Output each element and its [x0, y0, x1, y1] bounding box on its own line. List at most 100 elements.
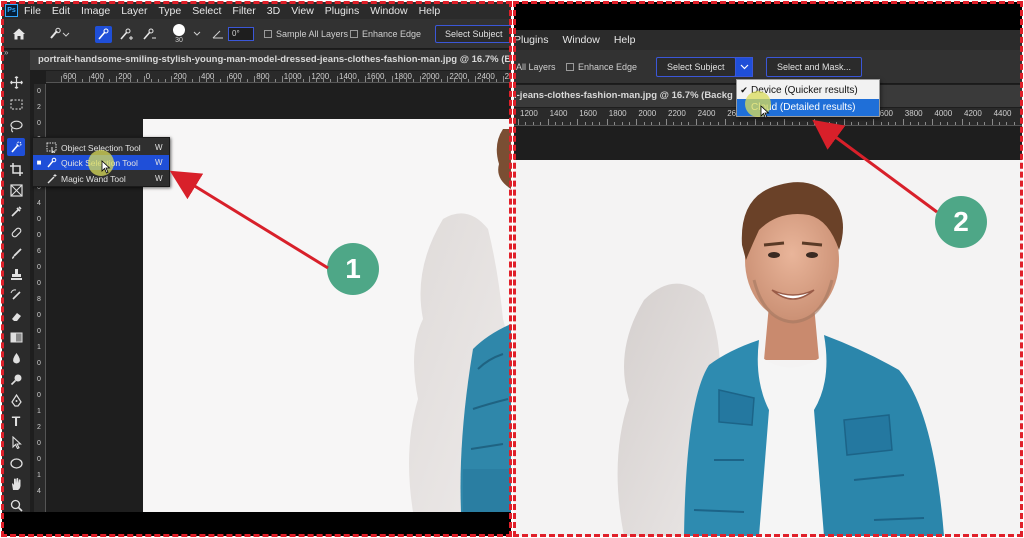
sample-all-layers-checkbox[interactable]	[264, 30, 272, 38]
ruler-tick	[268, 79, 269, 82]
subtract-from-selection-icon[interactable]	[142, 19, 157, 49]
select-and-mask-button[interactable]: Select and Mask...	[766, 57, 863, 77]
menu-plugins[interactable]: Plugins	[514, 34, 548, 46]
healing-brush-tool-icon[interactable]	[7, 223, 25, 241]
blur-tool-icon[interactable]	[7, 349, 25, 367]
ruler-tick	[540, 122, 542, 125]
ruler-tick	[378, 79, 380, 82]
ruler-tick	[858, 122, 860, 125]
ruler-tick	[426, 79, 428, 82]
sample-all-layers-label: Sample All Layers	[276, 29, 349, 39]
menu-window[interactable]: Window	[370, 5, 407, 17]
tools-panel: » T	[2, 48, 30, 512]
eraser-tool-icon[interactable]	[7, 307, 25, 325]
quick-selection-tool-icon[interactable]	[7, 138, 25, 156]
home-icon[interactable]	[12, 19, 26, 49]
ruler-tick	[109, 79, 111, 82]
menu-filter[interactable]: Filter	[232, 5, 255, 17]
move-tool-icon[interactable]	[7, 73, 25, 91]
ruler-tick-label: 4000	[934, 109, 953, 118]
ruler-tick-label: 2400	[697, 109, 716, 118]
ruler-tick	[902, 119, 904, 125]
menu-file[interactable]: File	[24, 5, 41, 17]
ruler-tick	[777, 122, 778, 125]
ellipse-tool-icon[interactable]	[7, 454, 25, 472]
ruler-tick	[309, 76, 311, 82]
menu-type[interactable]: Type	[158, 5, 181, 17]
ruler-tick	[95, 79, 97, 82]
enhance-edge-checkbox[interactable]	[566, 63, 574, 71]
ruler-tick-label: 0	[37, 264, 41, 271]
ruler-tick	[962, 119, 963, 125]
ruler-tick	[666, 119, 667, 125]
ruler-tick	[791, 122, 793, 125]
ruler-tick	[865, 122, 867, 125]
ruler-tick-label: 1	[37, 408, 41, 415]
clone-stamp-tool-icon[interactable]	[7, 265, 25, 283]
eyedropper-tool-icon[interactable]	[7, 202, 25, 220]
menu-layer[interactable]: Layer	[121, 5, 147, 17]
hand-tool-icon[interactable]	[7, 475, 25, 493]
sample-all-layers-option[interactable]: Sample All Layers	[264, 19, 348, 49]
chevron-down-icon[interactable]	[193, 19, 201, 49]
lasso-tool-icon[interactable]	[7, 117, 25, 135]
tool-preset-picker[interactable]	[48, 19, 70, 49]
ruler-tick	[178, 79, 180, 82]
enhance-edge-option[interactable]: Enhance Edge	[350, 19, 421, 49]
ruler-tick	[364, 76, 366, 82]
ruler-tick	[636, 119, 638, 125]
angle-input[interactable]: 0°	[228, 27, 254, 41]
ruler-tick	[406, 79, 407, 82]
ruler-tick	[136, 79, 138, 82]
menu-view[interactable]: View	[291, 5, 314, 17]
document-tab[interactable]: portrait-handsome-smiling-stylish-young-…	[30, 50, 511, 70]
history-brush-tool-icon[interactable]	[7, 286, 25, 304]
menu-3d[interactable]: 3D	[267, 5, 280, 17]
ruler-tick	[525, 122, 527, 125]
expand-toolbar-icon[interactable]: »	[4, 48, 8, 57]
flyout-shortcut: W	[155, 158, 163, 167]
path-selection-tool-icon[interactable]	[7, 433, 25, 451]
document-canvas[interactable]	[143, 119, 511, 512]
select-subject-mode-dropdown[interactable]	[735, 57, 753, 77]
menu-help[interactable]: Help	[614, 34, 636, 46]
menu-select[interactable]: Select	[192, 5, 221, 17]
select-subject-button[interactable]: Select Subject	[435, 25, 511, 43]
brush-size-value: 30	[175, 37, 183, 44]
add-to-selection-icon[interactable]	[119, 19, 134, 49]
new-selection-icon[interactable]	[95, 25, 112, 43]
ruler-tick	[518, 119, 519, 125]
menu-window[interactable]: Window	[562, 34, 599, 46]
type-tool-icon[interactable]: T	[7, 412, 25, 430]
ruler-tick	[873, 119, 875, 125]
frame-tool-icon[interactable]	[7, 181, 25, 199]
enhance-edge-option[interactable]: Enhance Edge	[566, 50, 637, 84]
select-subject-button[interactable]: Select Subject	[656, 57, 736, 77]
dodge-tool-icon[interactable]	[7, 370, 25, 388]
ruler-tick	[247, 79, 249, 82]
gradient-tool-icon[interactable]	[7, 328, 25, 346]
ruler-tick	[658, 122, 660, 125]
letterbox-bar-top	[514, 2, 1022, 30]
marquee-tool-icon[interactable]	[7, 95, 25, 113]
ruler-tick	[754, 119, 756, 125]
ruler-tick	[475, 76, 476, 82]
ruler-tick-label: 2000	[638, 109, 657, 118]
brush-tool-icon[interactable]	[7, 244, 25, 262]
brush-size-picker[interactable]: 30	[173, 19, 185, 49]
ruler-tick	[577, 119, 579, 125]
menu-edit[interactable]: Edit	[52, 5, 70, 17]
ruler-tick	[233, 79, 235, 82]
ruler-tick	[495, 79, 497, 82]
menu-help[interactable]: Help	[419, 5, 441, 17]
enhance-edge-checkbox[interactable]	[350, 30, 358, 38]
ruler-tick	[614, 122, 616, 125]
menu-image[interactable]: Image	[81, 5, 110, 17]
ruler-tick-label: 1	[37, 344, 41, 351]
crop-tool-icon[interactable]	[7, 160, 25, 178]
ruler-tick-label: 2200	[668, 109, 686, 118]
ruler-tick	[433, 79, 435, 82]
menu-plugins[interactable]: Plugins	[325, 5, 359, 17]
pen-tool-icon[interactable]	[7, 391, 25, 409]
ruler-tick-label: 2200	[449, 72, 468, 81]
